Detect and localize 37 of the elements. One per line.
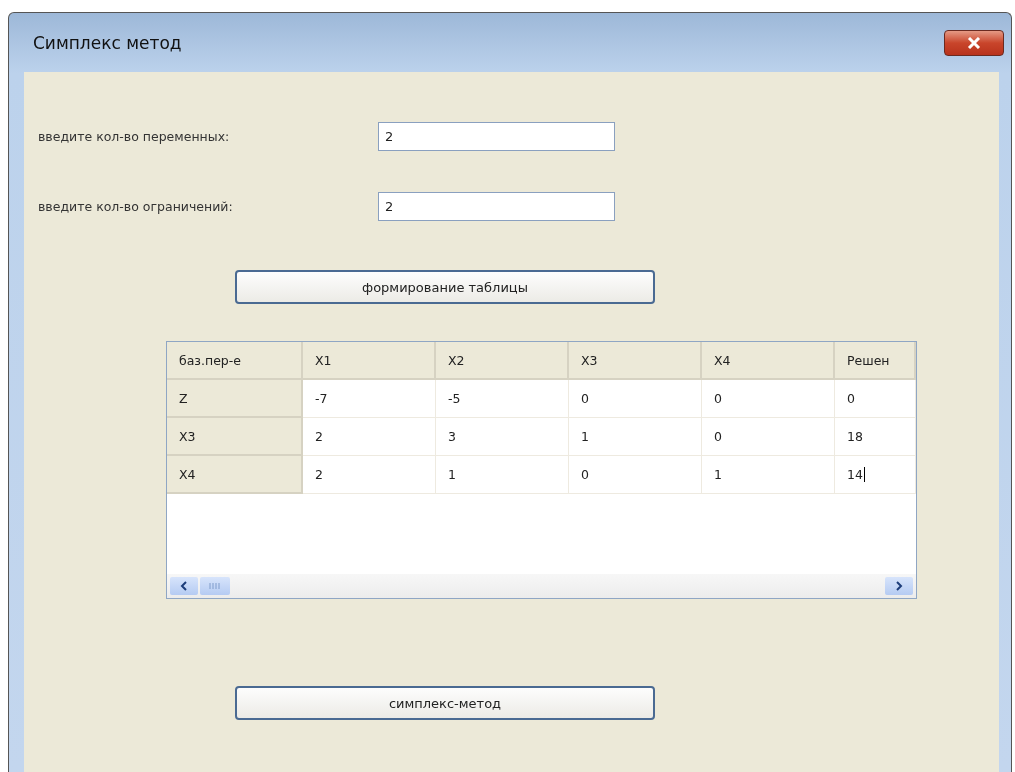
table-cell[interactable]: 0 bbox=[835, 380, 916, 418]
scroll-left-icon[interactable] bbox=[179, 581, 189, 591]
table-cell[interactable]: 14 bbox=[835, 456, 916, 494]
table-cell[interactable]: 3 bbox=[436, 418, 569, 456]
field-label: введите кол-во ограничений: bbox=[38, 199, 234, 214]
column-header[interactable]: X3 bbox=[569, 342, 702, 380]
row-header[interactable]: X3 bbox=[167, 418, 303, 456]
table-cell[interactable]: 0 bbox=[702, 380, 835, 418]
table-cell[interactable]: 18 bbox=[835, 418, 916, 456]
field-label: введите кол-во переменных: bbox=[38, 129, 231, 144]
close-button[interactable] bbox=[944, 29, 1004, 56]
horizontal-scrollbar[interactable] bbox=[167, 574, 916, 598]
table-cell[interactable]: -7 bbox=[303, 380, 436, 418]
table-cell[interactable]: 2 bbox=[303, 456, 436, 494]
column-header[interactable]: X2 bbox=[436, 342, 569, 380]
table-cell[interactable]: 1 bbox=[436, 456, 569, 494]
table-cell[interactable]: 1 bbox=[702, 456, 835, 494]
window-title: Симплекс метод bbox=[33, 32, 182, 53]
table-cell[interactable]: 2 bbox=[303, 418, 436, 456]
simplex-button[interactable]: симплекс-метод bbox=[235, 686, 655, 720]
scroll-thumb-icon[interactable] bbox=[208, 582, 222, 590]
corner-header: баз.пер-е bbox=[167, 342, 303, 380]
scroll-right-icon[interactable] bbox=[894, 581, 904, 591]
table-cell[interactable]: 1 bbox=[569, 418, 702, 456]
table-cell[interactable]: 0 bbox=[569, 456, 702, 494]
build-table-button[interactable]: формирование таблицы bbox=[235, 270, 655, 304]
column-header[interactable]: X1 bbox=[303, 342, 436, 380]
table-cell[interactable]: 0 bbox=[702, 418, 835, 456]
table-cell[interactable]: 0 bbox=[569, 380, 702, 418]
column-header[interactable]: Решен bbox=[835, 342, 916, 380]
input-field[interactable]: 2 bbox=[378, 192, 615, 221]
row-header[interactable]: Z bbox=[167, 380, 303, 418]
table-cell[interactable]: -5 bbox=[436, 380, 569, 418]
close-icon bbox=[967, 36, 981, 49]
row-header[interactable]: X4 bbox=[167, 456, 303, 494]
input-field[interactable]: 2 bbox=[378, 122, 615, 151]
column-header[interactable]: X4 bbox=[702, 342, 835, 380]
